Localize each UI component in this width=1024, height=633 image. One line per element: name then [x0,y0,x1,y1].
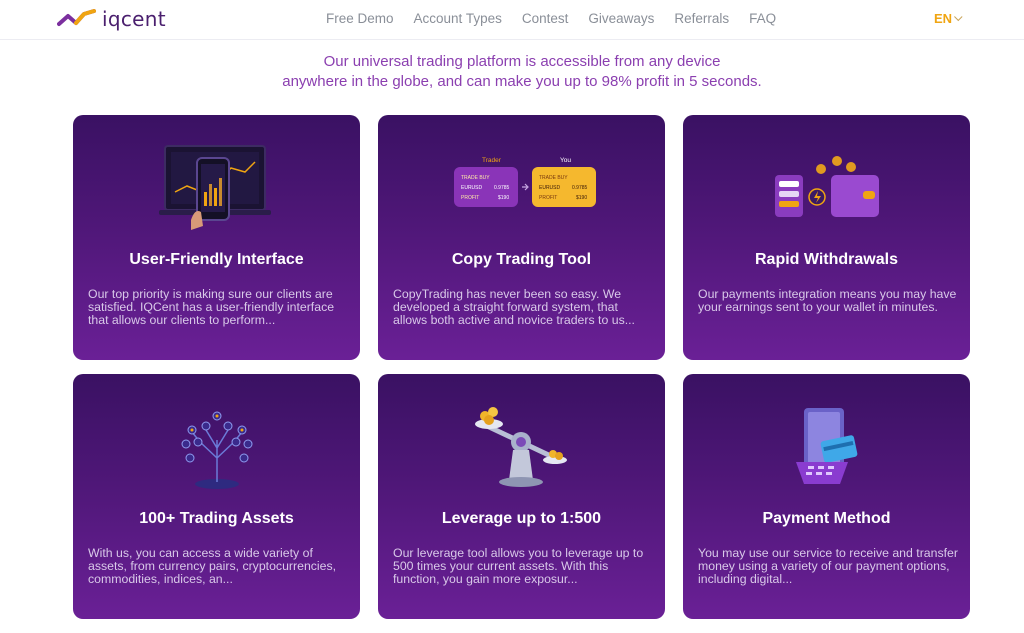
language-label: EN [934,11,953,26]
chevron-down-icon [954,12,963,21]
logo-text: iqcent [102,7,166,31]
intro-line-1: Our universal trading platform is access… [323,53,721,70]
wallet-transfer-icon [683,133,970,243]
card-title: User-Friendly Interface [129,251,304,268]
you-label: You [560,157,571,164]
intro-line-2: anywhere in the globe, and can make you … [282,73,762,90]
svg-text:TRADE BUY: TRADE BUY [539,175,568,181]
svg-text:PROFIT: PROFIT [461,195,479,201]
svg-text:0.9785: 0.9785 [572,185,588,191]
svg-text:TRADE BUY: TRADE BUY [461,175,490,181]
svg-text:0.9785: 0.9785 [494,185,510,191]
card-title: Copy Trading Tool [451,251,592,268]
feature-card-copy-trading[interactable]: Trader You TRADE BUY EURUSD 0.9785 PROFI… [378,115,665,360]
nav-referrals[interactable]: Referrals [674,11,729,26]
feature-card-user-friendly[interactable]: User-Friendly Interface Our top priority… [73,115,360,360]
main-nav: Free Demo Account Types Contest Giveaway… [326,11,796,26]
language-selector[interactable]: EN [934,11,963,26]
intro-text: Our universal trading platform is access… [0,52,1024,92]
laptop-phone-chart-icon [73,133,360,243]
card-title: Payment Method [762,510,891,527]
svg-text:EURUSD: EURUSD [461,185,483,191]
leverage-scale-icon [378,392,665,502]
svg-text:EURUSD: EURUSD [539,185,561,191]
nav-account-types[interactable]: Account Types [414,11,502,26]
svg-text:$190: $190 [498,195,509,201]
trader-label: Trader [482,157,502,164]
card-terminal-icon [683,392,970,502]
card-description: With us, you can access a wide variety o… [88,546,337,586]
card-title: 100+ Trading Assets [139,510,294,527]
nav-contest[interactable]: Contest [522,11,569,26]
logo[interactable]: iqcent [57,6,166,32]
asset-tree-icon [73,392,360,502]
feature-card-payment-method[interactable]: Payment Method You may use our service t… [683,374,970,619]
card-title: Rapid Withdrawals [755,251,898,268]
card-title: Leverage up to 1:500 [441,510,602,527]
feature-card-trading-assets[interactable]: 100+ Trading Assets With us, you can acc… [73,374,360,619]
feature-card-rapid-withdrawals[interactable]: Rapid Withdrawals Our payments integrati… [683,115,970,360]
nav-faq[interactable]: FAQ [749,11,776,26]
card-description: Our top priority is making sure our clie… [88,287,335,327]
logo-mark-icon [57,9,96,26]
card-description: CopyTrading has never been so easy. We d… [393,287,635,327]
card-description: Our payments integration means you may h… [698,287,957,314]
feature-card-leverage[interactable]: Leverage up to 1:500 Our leverage tool a… [378,374,665,619]
nav-free-demo[interactable]: Free Demo [326,11,394,26]
nav-giveaways[interactable]: Giveaways [588,11,654,26]
card-description: Our leverage tool allows you to leverage… [393,546,644,586]
copy-trade-icon: Trader You TRADE BUY EURUSD 0.9785 PROFI… [378,133,665,243]
svg-text:$190: $190 [576,195,587,201]
card-description: You may use our service to receive and t… [698,546,958,586]
top-header: iqcent Free Demo Account Types Contest G… [0,0,1024,40]
svg-text:PROFIT: PROFIT [539,195,557,201]
